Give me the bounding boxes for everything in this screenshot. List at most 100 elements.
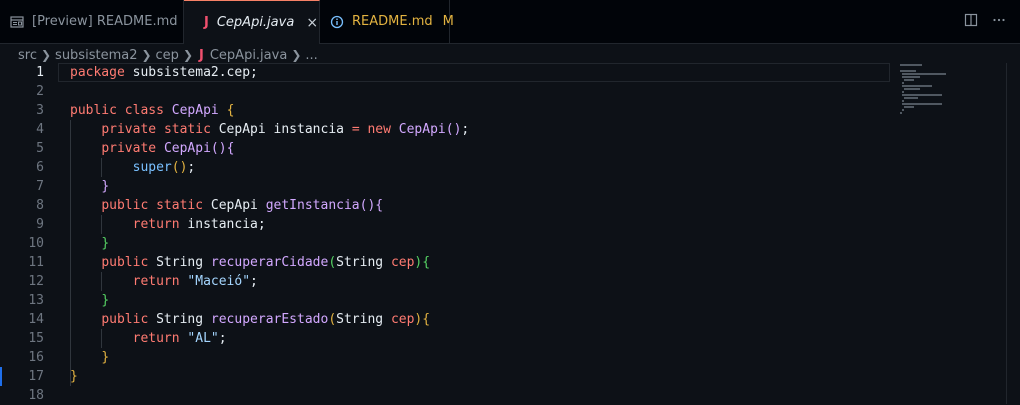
- semicolon: ;: [218, 331, 227, 346]
- code-line: public class CepApi {: [70, 101, 880, 120]
- keyword: static: [163, 122, 211, 137]
- keyword: package: [70, 65, 125, 80]
- param-name: cep: [390, 312, 415, 327]
- code-lines[interactable]: package subsistema2.cep; public class Ce…: [70, 63, 880, 405]
- keyword: public: [101, 255, 149, 270]
- brace: }: [101, 236, 110, 251]
- brace: }: [70, 369, 78, 384]
- code-line: super();: [70, 158, 880, 177]
- tab-bar: [Preview] README.md J CepApi.java × READ…: [0, 0, 1020, 44]
- line-number: 17: [28, 369, 44, 384]
- line-number: 13: [28, 293, 44, 308]
- keyword: public: [70, 103, 117, 118]
- string-literal: "AL": [187, 331, 219, 346]
- breadcrumb-item-cep[interactable]: cep: [156, 48, 179, 63]
- constructor-call: CepApi: [398, 122, 446, 137]
- close-icon[interactable]: ×: [306, 15, 318, 31]
- paren: (): [210, 141, 227, 156]
- keyword: class: [124, 103, 164, 118]
- tab-label: README.md: [352, 14, 433, 29]
- code-line: }: [70, 234, 880, 253]
- line-number: 4: [36, 122, 44, 137]
- keyword: static: [156, 198, 204, 213]
- split-editor-icon[interactable]: [964, 13, 978, 31]
- semicolon: ;: [187, 160, 196, 175]
- line-number: 9: [36, 217, 44, 232]
- code-editor[interactable]: 1 2 3 4 5 6 7 8 9 10 11 12 13 14 15 16 1…: [0, 63, 1020, 404]
- code-line: public String recuperarEstado(String cep…: [70, 310, 880, 329]
- java-icon: J: [204, 15, 209, 30]
- line-number: 2: [36, 84, 44, 99]
- more-actions-icon[interactable]: [992, 13, 1006, 31]
- code-text: subsistema2.cep;: [124, 65, 258, 80]
- keyword: public: [101, 312, 149, 327]
- brace: {: [226, 103, 235, 118]
- method-call: super: [132, 160, 172, 175]
- paren: (): [359, 198, 376, 213]
- line-number: 1: [36, 65, 44, 80]
- line-number: 14: [28, 312, 44, 327]
- tab-preview-readme[interactable]: [Preview] README.md: [0, 0, 184, 43]
- type-name: CepApi: [218, 122, 266, 137]
- code-line: }: [70, 367, 880, 386]
- brace: {: [226, 141, 235, 156]
- brace: {: [422, 312, 431, 327]
- code-line: public String recuperarCidade(String cep…: [70, 253, 880, 272]
- breadcrumb-item-file[interactable]: CepApi.java: [210, 48, 287, 63]
- line-number: 15: [28, 331, 44, 346]
- keyword: private: [101, 122, 157, 137]
- line-number: 12: [28, 274, 44, 289]
- line-number: 8: [36, 198, 44, 213]
- java-icon: J: [199, 47, 204, 63]
- vertical-scrollbar[interactable]: [1006, 63, 1020, 404]
- editor-actions: [964, 0, 1006, 44]
- line-number: 16: [28, 350, 44, 365]
- minimap[interactable]: [898, 63, 968, 123]
- keyword: new: [367, 122, 391, 137]
- keyword: return: [132, 217, 180, 232]
- method-name: recuperarCidade: [210, 255, 329, 270]
- param-type: String: [336, 312, 384, 327]
- chevron-right-icon: ❯: [141, 48, 152, 62]
- paren: (: [328, 312, 337, 327]
- tab-label: CepApi.java: [216, 15, 295, 30]
- modified-badge: M: [442, 14, 454, 29]
- semicolon: ;: [250, 274, 258, 289]
- code-line: }: [70, 291, 880, 310]
- method-name: recuperarEstado: [210, 312, 329, 327]
- keyword: private: [101, 141, 157, 156]
- info-icon: [330, 15, 344, 29]
- brace: {: [422, 255, 431, 270]
- method-name: CepApi: [163, 141, 211, 156]
- code-line: public static CepApi getInstancia(){: [70, 196, 880, 215]
- paren: (): [445, 122, 462, 137]
- string-literal: "Maceió": [187, 274, 251, 289]
- keyword: return: [132, 331, 180, 346]
- tab-readme[interactable]: README.md M: [320, 0, 454, 43]
- type-name: String: [156, 255, 204, 270]
- code-line: return "Maceió";: [70, 272, 880, 291]
- paren: (): [171, 160, 188, 175]
- method-name: getInstancia: [265, 198, 360, 213]
- code-text: instancia;: [179, 217, 266, 232]
- class-name: CepApi: [171, 103, 219, 118]
- line-number: 6: [36, 160, 44, 175]
- breadcrumb-item-subsistema2[interactable]: subsistema2: [55, 48, 137, 63]
- chevron-right-icon: ❯: [291, 48, 302, 62]
- paren: (: [328, 255, 337, 270]
- code-line: }: [70, 177, 880, 196]
- breadcrumb-item-src[interactable]: src: [18, 48, 37, 63]
- keyword: return: [132, 274, 180, 289]
- preview-icon: [10, 15, 24, 29]
- param-type: String: [336, 255, 384, 270]
- param-name: cep: [390, 255, 415, 270]
- code-line: }: [70, 348, 880, 367]
- breadcrumb-item-symbols[interactable]: ...: [305, 48, 317, 63]
- line-number: 18: [28, 388, 44, 403]
- tab-label: [Preview] README.md: [32, 14, 178, 29]
- operator: =: [351, 122, 360, 137]
- code-line: package subsistema2.cep;: [70, 63, 880, 82]
- tab-cepapi-java[interactable]: J CepApi.java ×: [184, 0, 320, 44]
